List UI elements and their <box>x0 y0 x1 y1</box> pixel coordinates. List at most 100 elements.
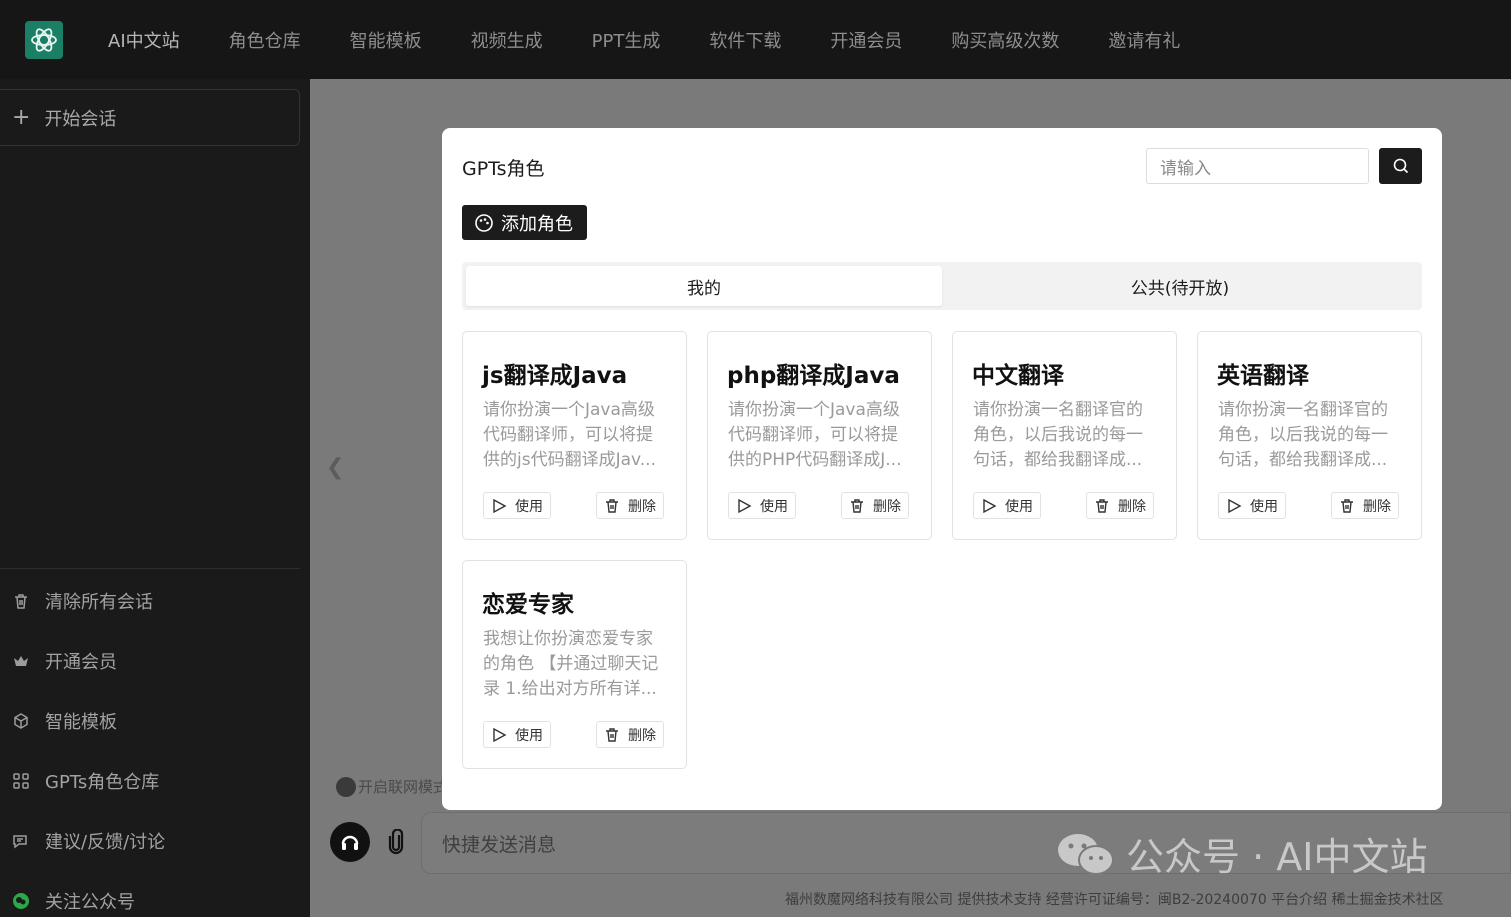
new-chat-label: 开始会话 <box>44 108 117 130</box>
role-card-title: php翻译成Java <box>727 363 900 389</box>
use-role-button[interactable]: 使用 <box>483 721 551 748</box>
sidebar-item-feedback[interactable]: 建议/反馈/讨论 <box>0 821 300 861</box>
input-tools <box>330 822 408 862</box>
delete-label: 删除 <box>628 498 656 515</box>
paperclip-icon <box>388 829 404 855</box>
wechat-watermark-icon <box>1058 833 1114 875</box>
collapse-sidebar-handle[interactable]: ❮ <box>326 455 344 483</box>
headphone-icon <box>341 835 359 850</box>
role-card: js翻译成Java 请你扮演一个Java高级代码翻译师，可以将提供的js代码翻译… <box>462 331 687 540</box>
grid-icon <box>10 770 32 792</box>
nav-item-buy-credits[interactable]: 购买高级次数 <box>951 27 1059 53</box>
globe-icon <box>336 776 356 797</box>
nav-item-video-generation[interactable]: 视频生成 <box>471 27 543 53</box>
role-search-input[interactable]: 请输入 <box>1146 148 1369 184</box>
nav-item-software-download[interactable]: 软件下载 <box>709 27 781 53</box>
use-label: 使用 <box>1250 498 1278 515</box>
watermark: 公众号 · AI中文站 <box>1056 826 1427 881</box>
delete-role-button[interactable]: 删除 <box>596 492 664 519</box>
wechat-icon <box>10 890 32 912</box>
nav-item-membership[interactable]: 开通会员 <box>830 27 902 53</box>
role-card-title: js翻译成Java <box>482 363 628 389</box>
gpts-roles-modal: GPTs角色 请输入 添加角色 我的 公共(待开放) js翻译成Java 请你扮… <box>442 128 1442 810</box>
trash-icon <box>1341 498 1353 513</box>
play-icon <box>493 498 507 513</box>
footer-text: 福州数魔网络科技有限公司 提供技术支持 经营许可证编号：闽B2-20240070… <box>785 892 1444 908</box>
tab-mine[interactable]: 我的 <box>466 266 942 306</box>
role-card-title: 中文翻译 <box>972 363 1064 389</box>
tab-public[interactable]: 公共(待开放) <box>942 266 1418 306</box>
trash-icon <box>606 498 618 513</box>
role-card-description: 请你扮演一个Java高级代码翻译师，可以将提供的PHP代码翻译成J... <box>728 400 902 470</box>
trash-icon <box>851 498 863 513</box>
watermark-text: 公众号 · AI中文站 <box>1126 835 1428 879</box>
headphone-button[interactable] <box>330 822 370 862</box>
sidebar: + 开始会话 清除所有会话 开通会员 智能模板 GPTs角色仓库 建议/反馈/讨… <box>0 79 310 917</box>
use-label: 使用 <box>1005 498 1033 515</box>
role-card: 中文翻译 请你扮演一名翻译官的角色，以后我说的每一句话，都给我翻译成... 使用… <box>952 331 1177 540</box>
sidebar-divider <box>0 568 300 569</box>
nav-item-role-warehouse[interactable]: 角色仓库 <box>229 27 301 53</box>
role-card: php翻译成Java 请你扮演一个Java高级代码翻译师，可以将提供的PHP代码… <box>707 331 932 540</box>
play-icon <box>983 498 997 513</box>
play-icon <box>493 727 507 742</box>
new-chat-button[interactable]: + 开始会话 <box>0 89 300 146</box>
crown-icon <box>10 650 32 672</box>
search-button[interactable] <box>1379 148 1422 184</box>
role-card-title: 英语翻译 <box>1217 363 1309 389</box>
play-icon <box>738 498 752 513</box>
use-role-button[interactable]: 使用 <box>728 492 796 519</box>
use-role-button[interactable]: 使用 <box>483 492 551 519</box>
delete-role-button[interactable]: 删除 <box>1331 492 1399 519</box>
role-card: 恋爱专家 我想让你扮演恋爱专家的角色 【并通过聊天记录 1.给出对方所有详...… <box>462 560 687 769</box>
sidebar-item-label: 建议/反馈/讨论 <box>45 832 166 853</box>
web-mode-toggle[interactable]: 开启联网模式 <box>336 776 448 797</box>
delete-label: 删除 <box>873 498 901 515</box>
add-role-button[interactable]: 添加角色 <box>462 205 587 240</box>
cube-icon <box>10 710 32 732</box>
trash-icon <box>10 590 32 612</box>
role-card: 英语翻译 请你扮演一名翻译官的角色，以后我说的每一句话，都给我翻译成... 使用… <box>1197 331 1422 540</box>
nav-item-smart-templates[interactable]: 智能模板 <box>350 27 422 53</box>
search-icon <box>1393 158 1408 174</box>
use-label: 使用 <box>760 498 788 515</box>
nav-item-home[interactable]: AI中文站 <box>108 27 180 53</box>
role-card-description: 请你扮演一名翻译官的角色，以后我说的每一句话，都给我翻译成... <box>1218 400 1388 470</box>
use-label: 使用 <box>515 498 543 515</box>
sidebar-item-follow-account[interactable]: 关注公众号 <box>0 881 300 917</box>
sidebar-item-label: GPTs角色仓库 <box>45 772 160 793</box>
message-placeholder: 快捷发送消息 <box>442 833 557 856</box>
search-placeholder: 请输入 <box>1160 158 1211 179</box>
web-mode-label: 开启联网模式 <box>358 778 449 796</box>
use-label: 使用 <box>515 727 543 744</box>
sidebar-item-clear-chats[interactable]: 清除所有会话 <box>0 581 300 621</box>
sidebar-item-label: 关注公众号 <box>45 892 135 913</box>
modal-title: GPTs角色 <box>462 158 545 180</box>
palette-icon <box>475 213 493 232</box>
nav-item-ppt-generation[interactable]: PPT生成 <box>592 27 661 53</box>
role-card-description: 我想让你扮演恋爱专家的角色 【并通过聊天记录 1.给出对方所有详... <box>483 629 659 699</box>
openai-logo-icon[interactable] <box>25 20 63 59</box>
trash-icon <box>606 727 618 742</box>
delete-role-button[interactable]: 删除 <box>1086 492 1154 519</box>
sidebar-item-label: 开通会员 <box>45 652 117 673</box>
sidebar-item-gpts-roles[interactable]: GPTs角色仓库 <box>0 761 300 801</box>
nav-item-invite[interactable]: 邀请有礼 <box>1108 27 1180 53</box>
sidebar-item-label: 智能模板 <box>45 712 117 733</box>
comment-icon <box>10 830 32 852</box>
main-nav: AI中文站 角色仓库 智能模板 视频生成 PPT生成 软件下载 开通会员 购买高… <box>108 27 1229 53</box>
delete-role-button[interactable]: 删除 <box>596 721 664 748</box>
role-card-description: 请你扮演一个Java高级代码翻译师，可以将提供的js代码翻译成Jav... <box>483 400 656 470</box>
use-role-button[interactable]: 使用 <box>1218 492 1286 519</box>
top-navbar: AI中文站 角色仓库 智能模板 视频生成 PPT生成 软件下载 开通会员 购买高… <box>0 0 1511 79</box>
plus-icon: + <box>12 105 31 130</box>
delete-label: 删除 <box>1118 498 1146 515</box>
role-card-title: 恋爱专家 <box>482 592 574 618</box>
add-role-label: 添加角色 <box>501 213 573 235</box>
sidebar-item-membership[interactable]: 开通会员 <box>0 641 300 681</box>
delete-role-button[interactable]: 删除 <box>841 492 909 519</box>
attachment-button[interactable] <box>384 827 408 857</box>
role-tabs: 我的 公共(待开放) <box>462 262 1422 310</box>
sidebar-item-smart-templates[interactable]: 智能模板 <box>0 701 300 741</box>
use-role-button[interactable]: 使用 <box>973 492 1041 519</box>
